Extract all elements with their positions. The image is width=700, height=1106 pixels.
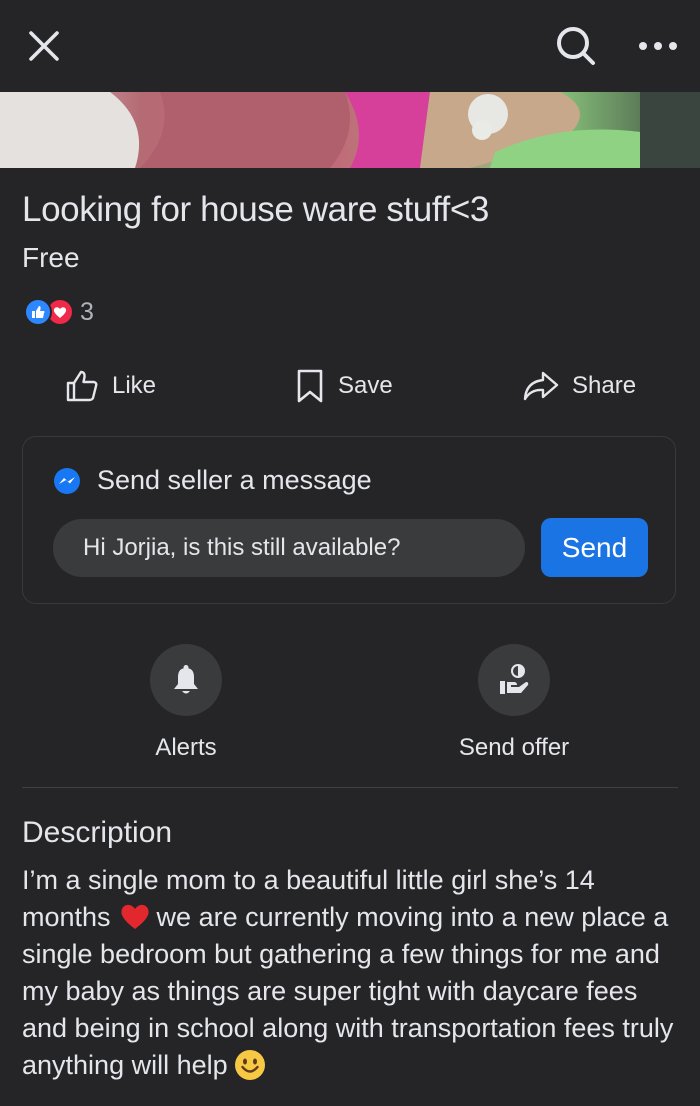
alerts-label: Alerts [155, 734, 217, 761]
share-label: Share [572, 372, 637, 399]
description-heading: Description [22, 816, 173, 849]
send-offer-button[interactable]: Send offer [434, 644, 594, 762]
message-input[interactable] [53, 519, 525, 577]
send-offer-circle[interactable] [478, 644, 550, 716]
search-icon [557, 27, 595, 65]
listing-title: Looking for house ware stuff<3 [22, 190, 489, 229]
close-icon [29, 31, 59, 61]
like-button[interactable]: Like [64, 360, 156, 412]
message-seller-card: Send seller a message Send [22, 436, 676, 604]
section-divider [22, 787, 678, 788]
description-text: I’m a single mom to a beautiful little g… [22, 862, 686, 1084]
share-arrow-icon [523, 371, 559, 401]
red-heart-emoji-icon [120, 904, 149, 929]
bell-icon [174, 665, 198, 694]
action-bar: Like Save Share [0, 360, 700, 412]
message-heading-row: Send seller a message [53, 465, 372, 496]
message-heading: Send seller a message [97, 465, 372, 495]
alerts-circle[interactable] [150, 644, 222, 716]
save-button[interactable]: Save [294, 360, 393, 412]
listing-price: Free [22, 242, 80, 273]
more-options-button[interactable] [630, 20, 686, 72]
share-button[interactable]: Share [522, 360, 636, 412]
send-offer-label: Send offer [458, 734, 570, 761]
like-label: Like [112, 372, 157, 399]
top-bar [0, 0, 700, 92]
messenger-icon [54, 467, 80, 494]
search-button[interactable] [548, 18, 604, 74]
save-label: Save [338, 372, 393, 399]
smiling-face-emoji-icon [234, 1050, 265, 1080]
more-horizontal-icon [639, 42, 677, 50]
listing-photo[interactable] [0, 92, 700, 168]
send-button[interactable]: Send [541, 518, 648, 577]
reactions-summary[interactable]: 3 [24, 296, 94, 328]
close-button[interactable] [18, 20, 70, 72]
thumbs-up-icon [66, 370, 98, 402]
reaction-count: 3 [80, 297, 94, 326]
offer-hand-icon [500, 664, 529, 694]
like-reaction-icon [24, 298, 52, 326]
bookmark-icon [297, 369, 323, 403]
alerts-button[interactable]: Alerts [108, 644, 264, 762]
